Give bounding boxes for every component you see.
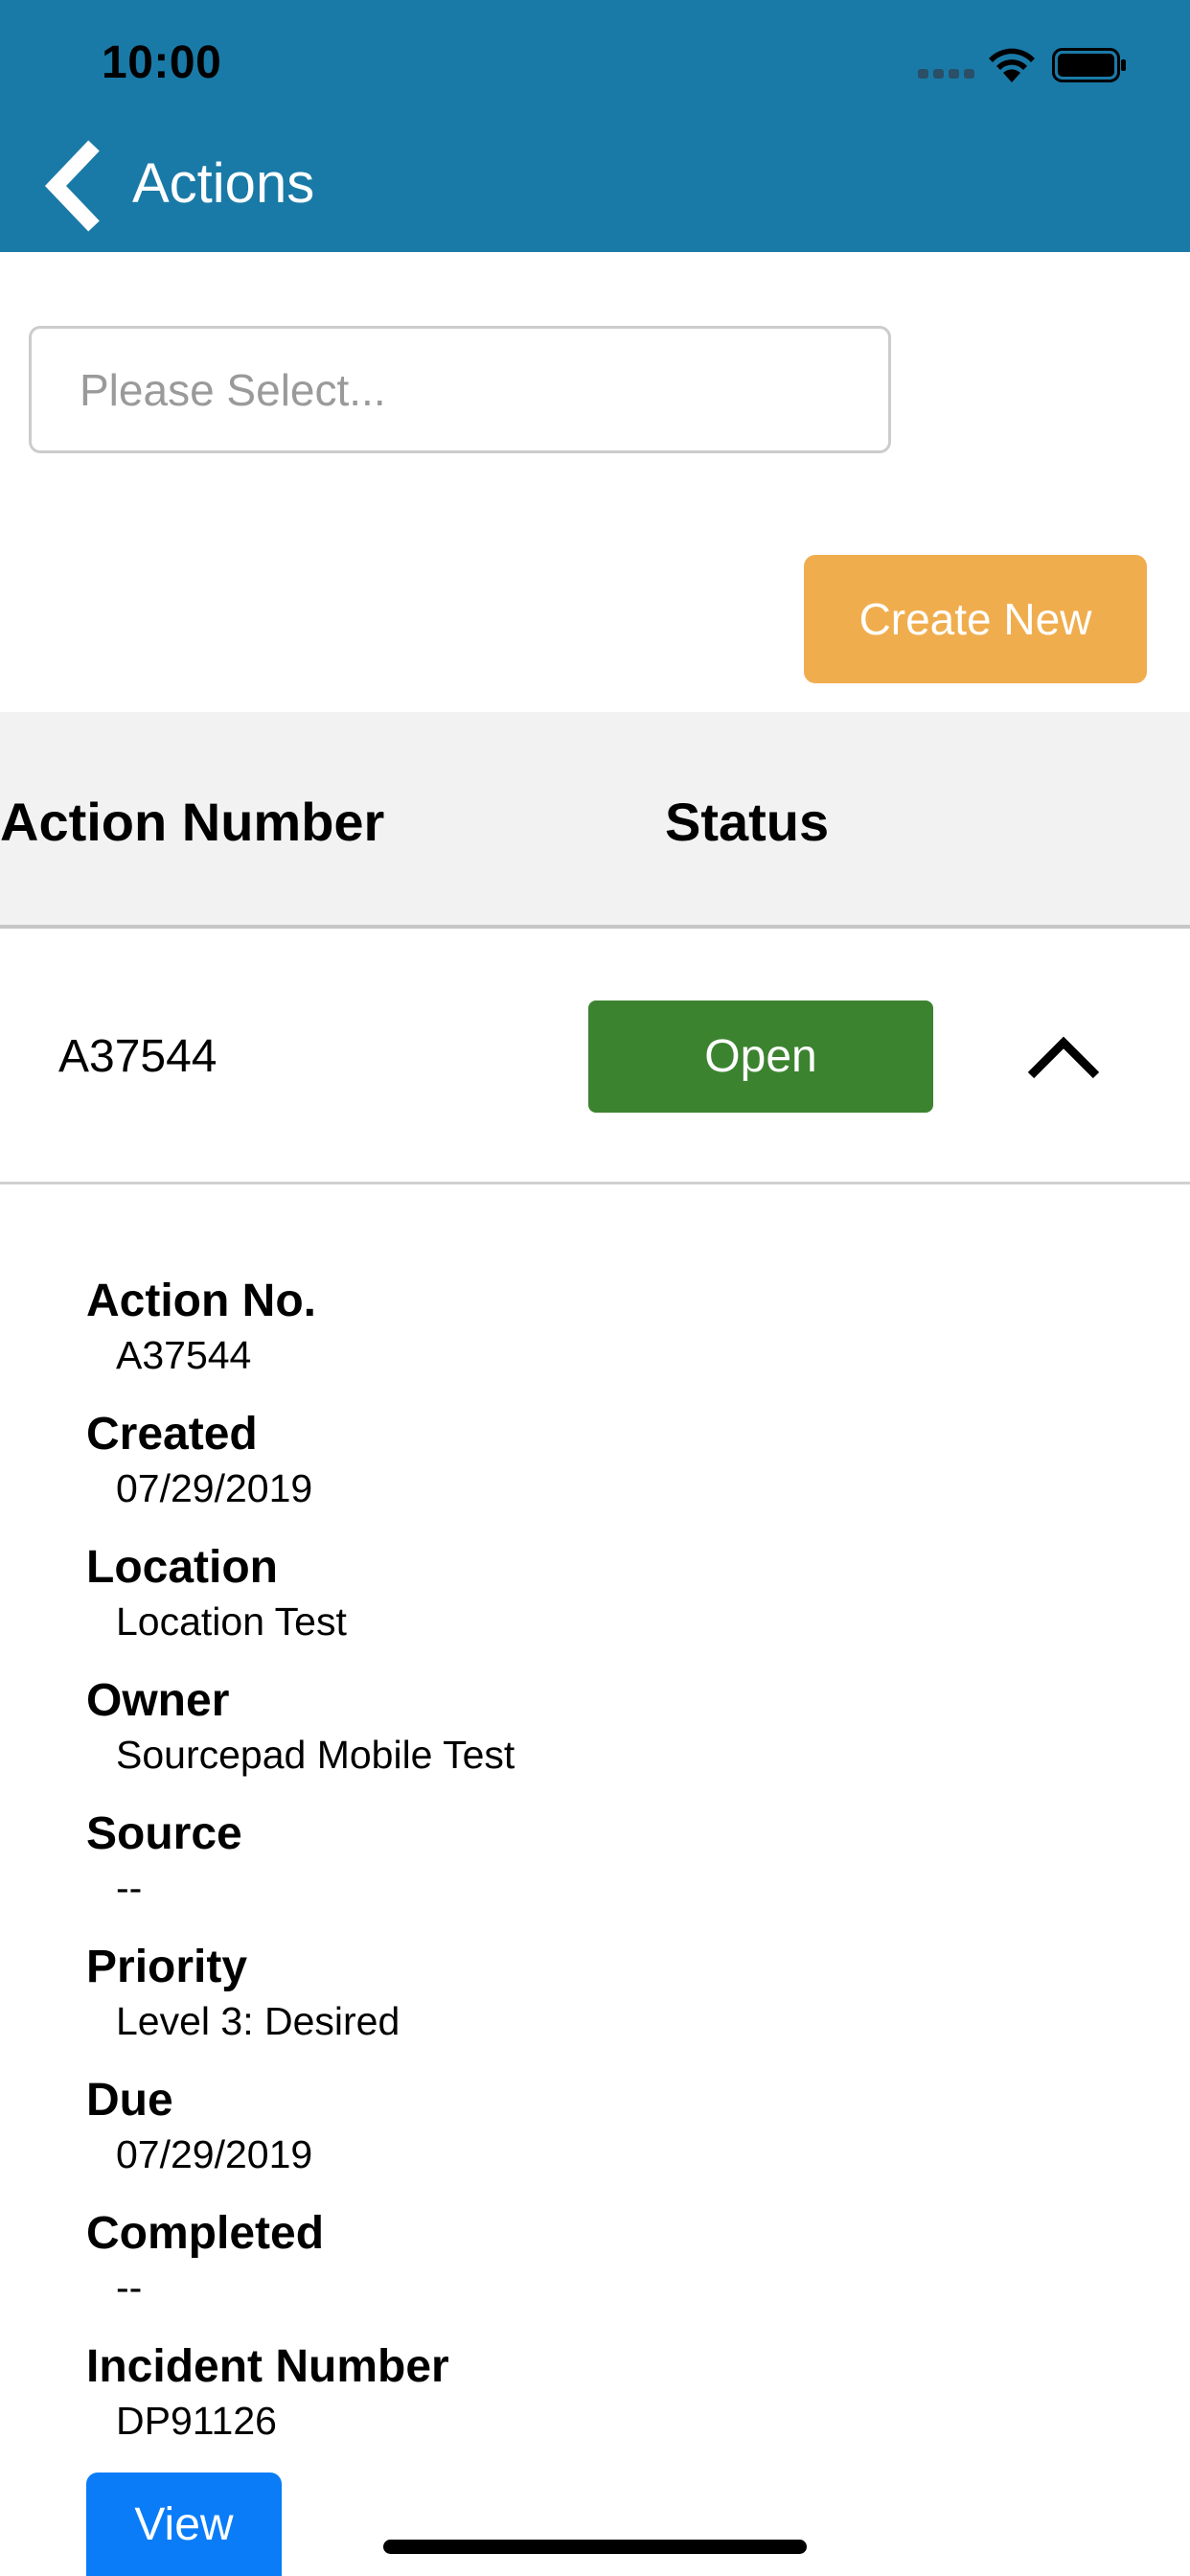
status-badge: Open bbox=[588, 1000, 933, 1113]
battery-icon bbox=[1052, 48, 1126, 82]
detail-value: Sourcepad Mobile Test bbox=[116, 1733, 515, 1777]
wifi-icon bbox=[989, 48, 1035, 82]
row-action-number: A37544 bbox=[58, 1031, 217, 1082]
table-row[interactable]: A37544 Open bbox=[0, 929, 1190, 1184]
action-details: Action No. A37544 Created 07/29/2019 Loc… bbox=[86, 1273, 1140, 2472]
app-header: 10:00 Actions bbox=[0, 0, 1190, 252]
detail-label: Priority bbox=[86, 1942, 248, 1992]
detail-label: Location bbox=[86, 1542, 278, 1593]
status-bar-time: 10:00 bbox=[102, 37, 222, 88]
back-chevron-icon[interactable] bbox=[42, 138, 111, 234]
detail-label: Completed bbox=[86, 2208, 325, 2259]
detail-value: -- bbox=[116, 1866, 143, 1910]
actions-screen: 10:00 Actions Create New Action Number S… bbox=[0, 0, 1190, 2576]
detail-label: Action No. bbox=[86, 1276, 316, 1326]
detail-value: A37544 bbox=[116, 1333, 252, 1377]
detail-location: Location Location Test bbox=[86, 1539, 1140, 1672]
detail-owner: Owner Sourcepad Mobile Test bbox=[86, 1672, 1140, 1806]
detail-completed: Completed -- bbox=[86, 2205, 1140, 2338]
detail-value: Location Test bbox=[116, 1599, 347, 1644]
detail-label: Owner bbox=[86, 1675, 230, 1726]
detail-value: 07/29/2019 bbox=[116, 1466, 313, 1510]
detail-created: Created 07/29/2019 bbox=[86, 1406, 1140, 1539]
detail-action-no: Action No. A37544 bbox=[86, 1273, 1140, 1406]
home-indicator[interactable] bbox=[383, 2540, 807, 2554]
detail-value: 07/29/2019 bbox=[116, 2132, 313, 2176]
column-header-status: Status bbox=[665, 792, 830, 852]
detail-due: Due 07/29/2019 bbox=[86, 2072, 1140, 2205]
chevron-up-icon[interactable] bbox=[1025, 1027, 1102, 1085]
detail-label: Source bbox=[86, 1808, 242, 1859]
detail-label: Created bbox=[86, 1409, 258, 1460]
create-new-button[interactable]: Create New bbox=[804, 555, 1147, 683]
detail-label: Due bbox=[86, 2075, 173, 2126]
nav-title: Actions bbox=[132, 152, 315, 215]
detail-priority: Priority Level 3: Desired bbox=[86, 1939, 1140, 2072]
select-input[interactable] bbox=[29, 326, 891, 453]
cellular-signal-icon bbox=[918, 69, 975, 80]
detail-label: Incident Number bbox=[86, 2341, 449, 2392]
detail-value: DP91126 bbox=[116, 2399, 277, 2443]
table-header: Action Number Status bbox=[0, 712, 1190, 929]
column-header-action-number: Action Number bbox=[0, 792, 385, 852]
detail-value: Level 3: Desired bbox=[116, 1999, 400, 2043]
detail-source: Source -- bbox=[86, 1806, 1140, 1939]
detail-incident-number: Incident Number DP91126 bbox=[86, 2338, 1140, 2472]
view-button[interactable]: View bbox=[86, 2472, 282, 2576]
detail-value: -- bbox=[116, 2266, 143, 2310]
